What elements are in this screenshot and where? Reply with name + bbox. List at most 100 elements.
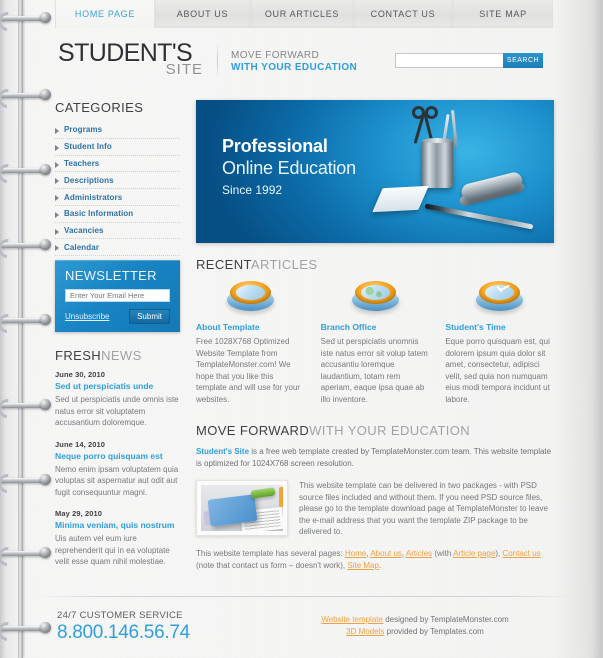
news-headline[interactable]: Minima veniam, quis nostrum <box>55 520 183 530</box>
ballpoint-pen-icon <box>424 203 534 230</box>
nav-label: Our articles <box>264 9 340 19</box>
sidebar-item-administrators[interactable]: Administrators <box>55 189 180 206</box>
link-article-page[interactable]: Article page <box>453 549 495 558</box>
nav-item-site-map[interactable]: Site map <box>453 0 553 28</box>
recent-articles-title: RECENTARTICLES <box>196 257 554 272</box>
fresh-news-title-bold: FRESH <box>55 348 102 363</box>
site-footer: 24/7 CUSTOMER SERVICE 8.800.146.56.74 We… <box>0 604 603 658</box>
clock-icon <box>476 281 524 311</box>
customer-service-block: 24/7 CUSTOMER SERVICE 8.800.146.56.74 <box>57 610 190 644</box>
sidebar-item-programs[interactable]: Programs <box>55 122 180 139</box>
sidebar-item-descriptions[interactable]: Descriptions <box>55 172 180 190</box>
globe-icon <box>351 281 399 311</box>
sidebar-item-calendar[interactable]: Calendar <box>55 239 180 257</box>
move-forward-title-bold: MOVE FORWARD <box>196 423 310 438</box>
recent-title-light: ARTICLES <box>250 257 318 272</box>
unsubscribe-link[interactable]: Unsubscribe <box>65 312 109 321</box>
3d-models-link[interactable]: 3D Models <box>346 627 384 636</box>
article-card-title[interactable]: Branch Office <box>321 322 430 332</box>
category-label: Calendar <box>64 242 100 252</box>
credit-1-rest: designed by TemplateMonster.com <box>382 615 509 624</box>
sep: (with <box>432 548 454 558</box>
news-date: June 30, 2010 <box>55 370 106 379</box>
credit-line-2: 3D Models provided by Templates.com <box>280 626 550 638</box>
newsletter-submit-button[interactable]: Submit <box>129 309 170 324</box>
link-site-map[interactable]: Site Map <box>347 561 379 570</box>
sidebar-item-teachers[interactable]: Teachers <box>55 156 180 173</box>
link-home[interactable]: Home <box>345 549 366 558</box>
sidebar-item-basic-information[interactable]: Basic Information <box>55 206 180 223</box>
students-site-link[interactable]: Student's Site <box>196 447 249 456</box>
category-label: Programs <box>64 125 103 135</box>
customer-service-phone: 8.800.146.56.74 <box>57 622 190 643</box>
hero-banner[interactable]: Professional Online Education Since 1992 <box>196 100 554 243</box>
hero-line-3: Since 1992 <box>222 183 283 197</box>
newsletter-title: NEWSLETTER <box>65 268 157 283</box>
footer-divider <box>38 596 572 597</box>
binder-and-papers-photo <box>196 480 288 536</box>
news-body: Nemo enim ipsam voluptatem quia voluptas… <box>55 464 179 497</box>
credit-line-1: Website template designed by TemplateMon… <box>280 614 550 626</box>
article-card: Branch Office Sed ut perspiciatis unomni… <box>321 281 430 405</box>
link-contact-us[interactable]: Contact us <box>502 549 540 558</box>
credit-2-rest: provided by Templates.com <box>384 627 484 636</box>
link-about-us[interactable]: About us <box>370 549 402 558</box>
hero-line-2: Online Education <box>222 158 356 178</box>
article-card-body: Sed ut perspiciatis unomnis iste natus e… <box>320 337 428 404</box>
news-body: Sed ut perspiciatis unde omnis iste natu… <box>55 395 179 427</box>
nav-item-home-page[interactable]: Home page <box>55 0 155 28</box>
news-body: Uis autem vel eum iure reprehenderit qui… <box>55 534 170 566</box>
newsletter-box: NEWSLETTER Unsubscribe Submit <box>55 260 180 332</box>
news-headline[interactable]: Sed ut perspiciatis unde <box>55 381 183 391</box>
link-articles[interactable]: Articles <box>406 549 432 558</box>
news-date: May 29, 2010 <box>55 509 103 518</box>
article-card-body: Eque porro quisquam est, qui dolorem ips… <box>445 337 550 404</box>
note-pad-icon <box>372 185 429 213</box>
sidebar-item-vacancies[interactable]: Vacancies <box>55 223 180 240</box>
move-forward-lead-rest: is a free web template created by Templa… <box>196 447 552 468</box>
category-label: Vacancies <box>64 226 104 236</box>
fresh-news-section: FRESHNEWS June 30, 2010 Sed ut perspicia… <box>55 348 183 579</box>
move-forward-row: This website template can be delivered i… <box>196 480 554 538</box>
nav-label: Home page <box>74 9 136 19</box>
move-forward-title: MOVE FORWARDWITH YOUR EDUCATION <box>196 423 554 438</box>
nav-item-our-articles[interactable]: Our articles <box>251 0 354 28</box>
news-headline[interactable]: Neque porro quisquam est <box>55 451 183 461</box>
tagline-line-2: WITH YOUR EDUCATION <box>231 62 358 73</box>
header-divider <box>217 43 218 79</box>
site-header: STUDENT'S SITE MOVE FORWARD WITH YOUR ED… <box>55 40 555 92</box>
move-forward-title-light: WITH YOUR EDUCATION <box>309 423 471 438</box>
nav-label: Site map <box>479 9 527 19</box>
disc-arrow-icon <box>226 281 274 311</box>
tagline-line-1: MOVE FORWARD <box>231 50 320 61</box>
hero-line-1: Professional <box>222 136 328 156</box>
sidebar-item-student-info[interactable]: Student Info <box>55 139 180 156</box>
sep: . <box>378 560 382 570</box>
category-label: Teachers <box>64 158 100 168</box>
category-label: Administrators <box>64 192 123 202</box>
nav-label: Contact us <box>370 9 436 19</box>
recent-articles-cards: About Template Free 1028X768 Optimized W… <box>196 281 554 405</box>
website-template-link[interactable]: Website template <box>321 615 383 624</box>
search-button[interactable]: Search <box>503 53 543 68</box>
nav-label: About us <box>176 9 229 19</box>
categories-list: Programs Student Info Teachers Descripti… <box>55 122 180 257</box>
footer-credits: Website template designed by TemplateMon… <box>280 614 550 638</box>
pencil-cup-icon <box>422 138 453 188</box>
footer-prefix: This website template has several pages: <box>196 548 345 558</box>
search-form: Search <box>395 53 543 68</box>
category-label: Descriptions <box>64 175 114 185</box>
fresh-news-title: FRESHNEWS <box>55 348 183 363</box>
site-logo[interactable]: STUDENT'S SITE <box>58 40 203 78</box>
category-label: Basic Information <box>64 209 134 219</box>
article-card-title[interactable]: Student's Time <box>445 322 554 332</box>
article-card: Student's Time Eque porro quisquam est, … <box>445 281 554 405</box>
search-input[interactable] <box>395 53 503 68</box>
nav-item-contact-us[interactable]: Contact us <box>354 0 453 28</box>
nav-item-about-us[interactable]: About us <box>155 0 251 28</box>
customer-service-label: 24/7 CUSTOMER SERVICE <box>57 610 183 621</box>
newsletter-email-input[interactable] <box>65 289 170 302</box>
sidebar: CATEGORIES Programs Student Info Teacher… <box>55 100 180 257</box>
article-card-title[interactable]: About Template <box>196 322 305 332</box>
categories-title: CATEGORIES <box>55 100 180 115</box>
